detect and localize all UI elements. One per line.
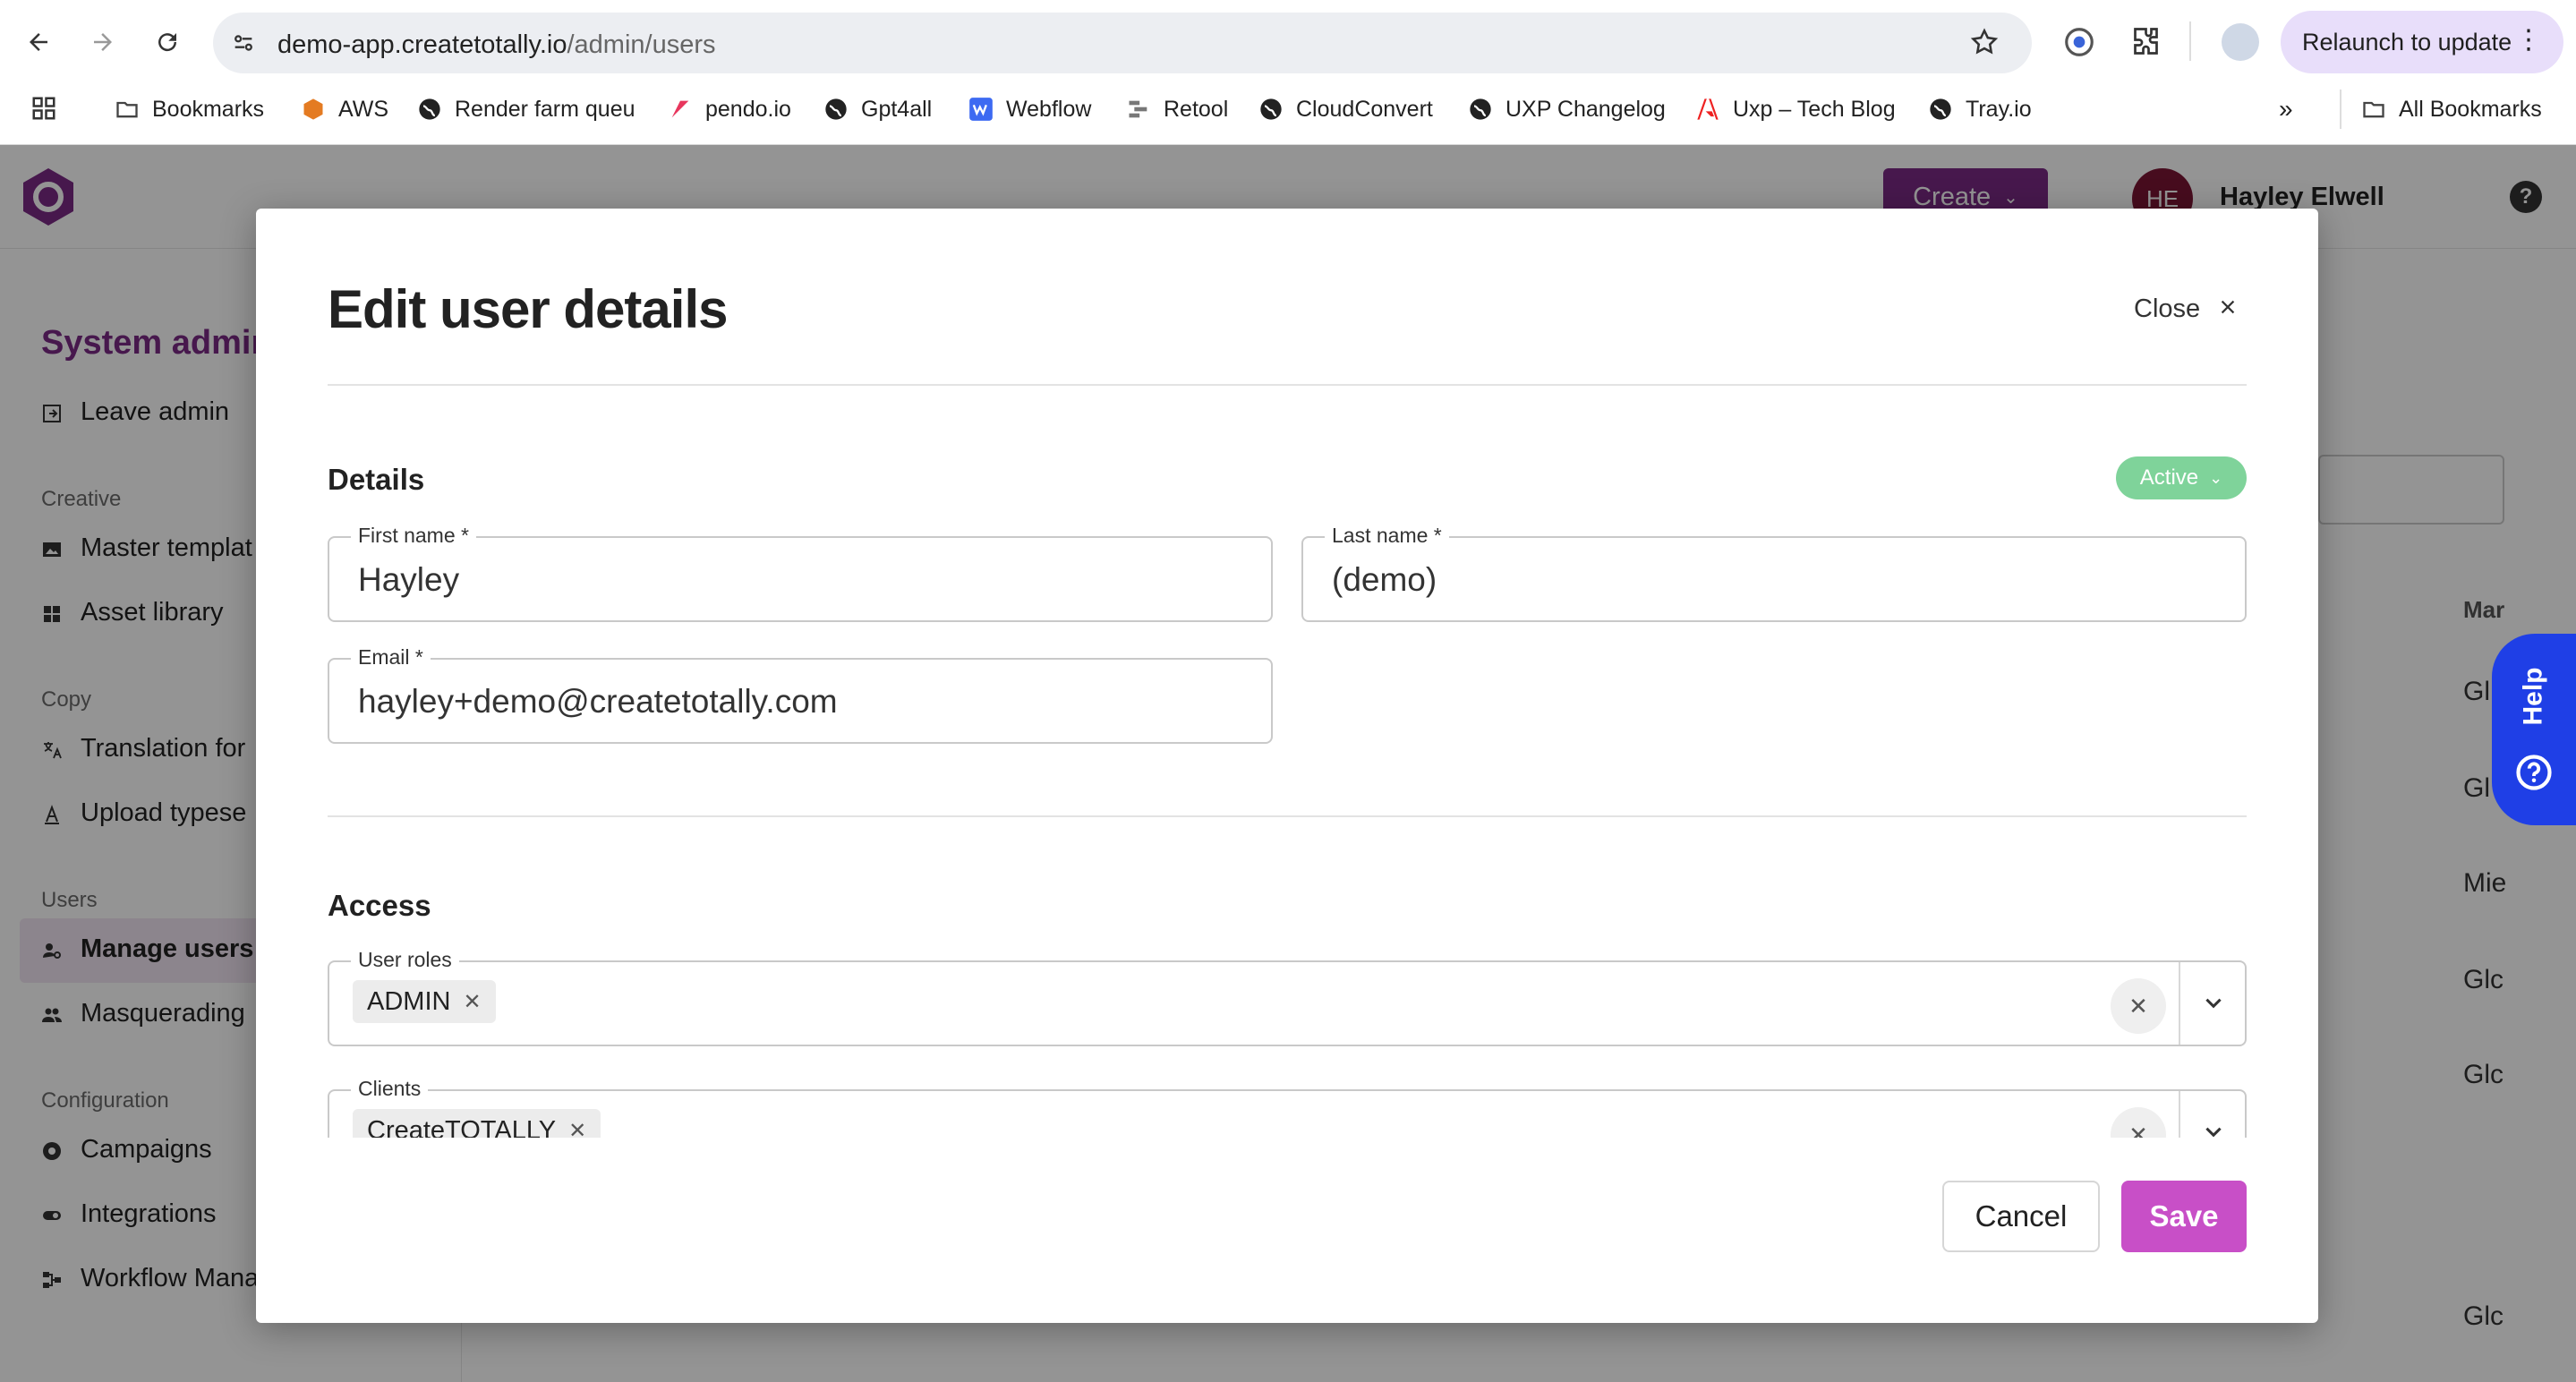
- webflow-icon: [968, 97, 994, 122]
- clients-scroll-clip: CreateTOTALLY ✕ ✕ Clients: [324, 1068, 2250, 1138]
- url-path: /admin/users: [567, 30, 716, 59]
- clients-select[interactable]: CreateTOTALLY ✕ ✕: [328, 1089, 2247, 1138]
- bookmark-label: AWS: [338, 96, 389, 122]
- clear-roles-icon[interactable]: ✕: [2111, 978, 2166, 1034]
- bookmark-pendo[interactable]: pendo.io: [668, 93, 791, 125]
- email-label: Email *: [351, 645, 431, 670]
- role-chip-admin: ADMIN ✕: [353, 980, 496, 1023]
- bookmark-label: Retool: [1164, 96, 1229, 122]
- first-name-value: Hayley: [358, 561, 460, 598]
- bookmark-label: Tray.io: [1966, 96, 2032, 122]
- roles-chevron-down-icon[interactable]: [2180, 962, 2247, 1045]
- last-name-label: Last name *: [1325, 524, 1449, 548]
- forward-icon[interactable]: [81, 20, 125, 64]
- site-info-icon[interactable]: [227, 27, 260, 59]
- help-tab-label: Help: [2518, 667, 2548, 726]
- back-icon[interactable]: [16, 20, 61, 64]
- help-tab[interactable]: Help: [2492, 634, 2576, 825]
- user-roles-select[interactable]: ADMIN ✕ ✕: [328, 960, 2247, 1046]
- address-bar[interactable]: demo-app.createtotally.io/admin/users: [213, 13, 2032, 73]
- profile-avatar-icon[interactable]: [2222, 23, 2259, 61]
- first-name-label: First name *: [351, 524, 476, 548]
- browser-chrome: demo-app.createtotally.io/admin/users Re…: [0, 0, 2576, 145]
- modal-title: Edit user details: [328, 279, 728, 339]
- first-name-field[interactable]: Hayley: [328, 536, 1273, 622]
- chevron-down-icon: ⌄: [2209, 468, 2223, 487]
- bookmark-label: Render farm queu: [455, 96, 635, 122]
- email-field[interactable]: hayley+demo@createtotally.com: [328, 658, 1273, 744]
- bookmark-label: CloudConvert: [1296, 96, 1433, 122]
- bookmark-aws[interactable]: AWS: [301, 93, 388, 125]
- bookmark-gpt4all[interactable]: Gpt4all: [823, 93, 932, 125]
- remove-chip-icon[interactable]: ✕: [463, 989, 481, 1015]
- access-heading: Access: [328, 889, 431, 922]
- edit-user-modal: Edit user details Close Details Active ⌄ …: [256, 209, 2318, 1323]
- bookmark-label: Webflow: [1006, 96, 1092, 122]
- bookmark-uxp-changelog[interactable]: UXP Changelog: [1468, 93, 1666, 125]
- client-chip-createtotally: CreateTOTALLY ✕: [353, 1109, 601, 1138]
- all-bookmarks[interactable]: All Bookmarks: [2361, 93, 2542, 125]
- status-badge[interactable]: Active ⌄: [2116, 456, 2247, 499]
- chip-label: CreateTOTALLY: [367, 1115, 557, 1139]
- toolbar-divider: [2189, 21, 2191, 61]
- close-button[interactable]: Close: [2134, 294, 2238, 324]
- bookmark-webflow[interactable]: Webflow: [968, 93, 1091, 125]
- bookmark-retool[interactable]: Retool: [1126, 93, 1228, 125]
- extension-password-icon[interactable]: [2062, 25, 2096, 64]
- globe-icon: [1258, 97, 1284, 122]
- reload-icon[interactable]: [145, 20, 190, 64]
- bookmark-tray[interactable]: Tray.io: [1928, 93, 2032, 125]
- relaunch-button[interactable]: Relaunch to update ⋮: [2281, 11, 2563, 73]
- url-text: demo-app.createtotally.io/admin/users: [277, 30, 716, 60]
- folder-icon: [2361, 97, 2386, 122]
- question-circle-icon: [2515, 754, 2553, 796]
- bookmark-label: Uxp – Tech Blog: [1733, 96, 1896, 122]
- clients-label: Clients: [351, 1077, 429, 1101]
- bookmark-label: Gpt4all: [861, 96, 933, 122]
- last-name-value: (demo): [1332, 561, 1437, 598]
- url-host: demo-app.createtotally.io: [277, 30, 567, 59]
- pendo-icon: [668, 97, 693, 122]
- adobe-icon: [1695, 97, 1720, 122]
- bookmark-render-farm[interactable]: Render farm queu: [417, 93, 635, 125]
- section-divider: [328, 815, 2247, 817]
- extensions-puzzle-icon[interactable]: [2128, 25, 2161, 62]
- globe-icon: [417, 97, 442, 122]
- folder-icon: [115, 97, 140, 122]
- kebab-menu-icon[interactable]: ⋮: [2515, 27, 2542, 54]
- bookmark-uxp-tech-blog[interactable]: Uxp – Tech Blog: [1695, 93, 1896, 125]
- globe-icon: [1468, 97, 1493, 122]
- apps-grid-icon[interactable]: [30, 95, 57, 126]
- clear-clients-icon[interactable]: ✕: [2111, 1107, 2166, 1138]
- email-value: hayley+demo@createtotally.com: [358, 683, 838, 720]
- save-button[interactable]: Save: [2121, 1181, 2247, 1252]
- bookmark-label: UXP Changelog: [1506, 96, 1666, 122]
- remove-chip-icon[interactable]: ✕: [568, 1118, 586, 1139]
- relaunch-label: Relaunch to update: [2302, 28, 2512, 55]
- retool-icon: [1126, 97, 1151, 122]
- bookmark-star-icon[interactable]: [1969, 27, 2000, 62]
- aws-icon: [301, 97, 326, 122]
- last-name-field[interactable]: (demo): [1301, 536, 2247, 622]
- details-heading: Details: [328, 463, 425, 496]
- cancel-button[interactable]: Cancel: [1942, 1181, 2100, 1252]
- status-label: Active: [2139, 465, 2199, 490]
- globe-icon: [823, 97, 849, 122]
- close-icon: [2218, 294, 2238, 324]
- bookmark-cloudconvert[interactable]: CloudConvert: [1258, 93, 1433, 125]
- bookmark-label: Bookmarks: [152, 96, 265, 122]
- close-label: Close: [2134, 294, 2201, 323]
- bookmark-divider: [2340, 90, 2341, 129]
- user-roles-label: User roles: [351, 948, 459, 972]
- bookmark-label: pendo.io: [705, 96, 791, 122]
- header-divider: [328, 384, 2247, 386]
- bookmark-bookmarks[interactable]: Bookmarks: [115, 93, 264, 125]
- all-bookmarks-label: All Bookmarks: [2399, 96, 2542, 122]
- globe-icon: [1928, 97, 1953, 122]
- clients-chevron-down-icon[interactable]: [2180, 1091, 2247, 1138]
- more-bookmarks-icon[interactable]: »: [2279, 93, 2293, 125]
- chip-label: ADMIN: [367, 986, 451, 1016]
